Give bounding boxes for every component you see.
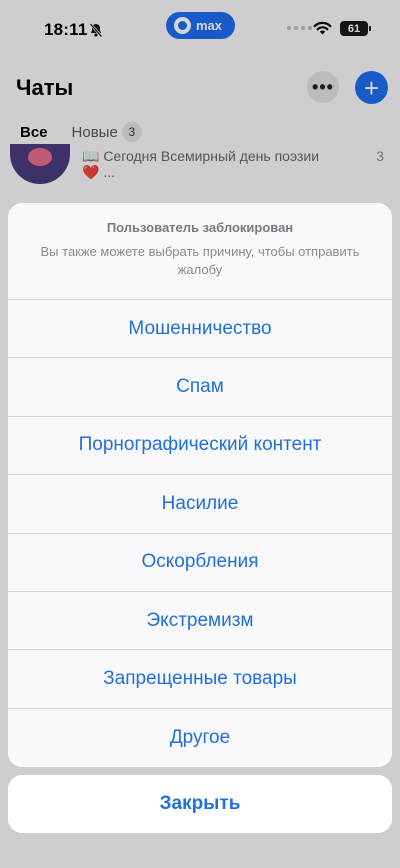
report-action-sheet: Пользователь заблокирован Вы также может… <box>8 203 392 767</box>
option-pornographic[interactable]: Порнографический контент <box>8 417 392 476</box>
option-extremism[interactable]: Экстремизм <box>8 592 392 651</box>
option-violence[interactable]: Насилие <box>8 475 392 534</box>
option-spam[interactable]: Спам <box>8 358 392 417</box>
option-prohibited-goods[interactable]: Запрещенные товары <box>8 650 392 709</box>
sheet-title: Пользователь заблокирован <box>106 220 294 235</box>
close-button[interactable]: Закрыть <box>8 775 392 833</box>
sheet-header: Пользователь заблокирован Вы также может… <box>8 203 392 300</box>
option-insults[interactable]: Оскорбления <box>8 534 392 592</box>
sheet-message: Вы также можете выбрать причину, чтобы о… <box>40 244 360 277</box>
option-fraud[interactable]: Мошенничество <box>8 300 392 359</box>
option-other[interactable]: Другое <box>8 709 392 767</box>
